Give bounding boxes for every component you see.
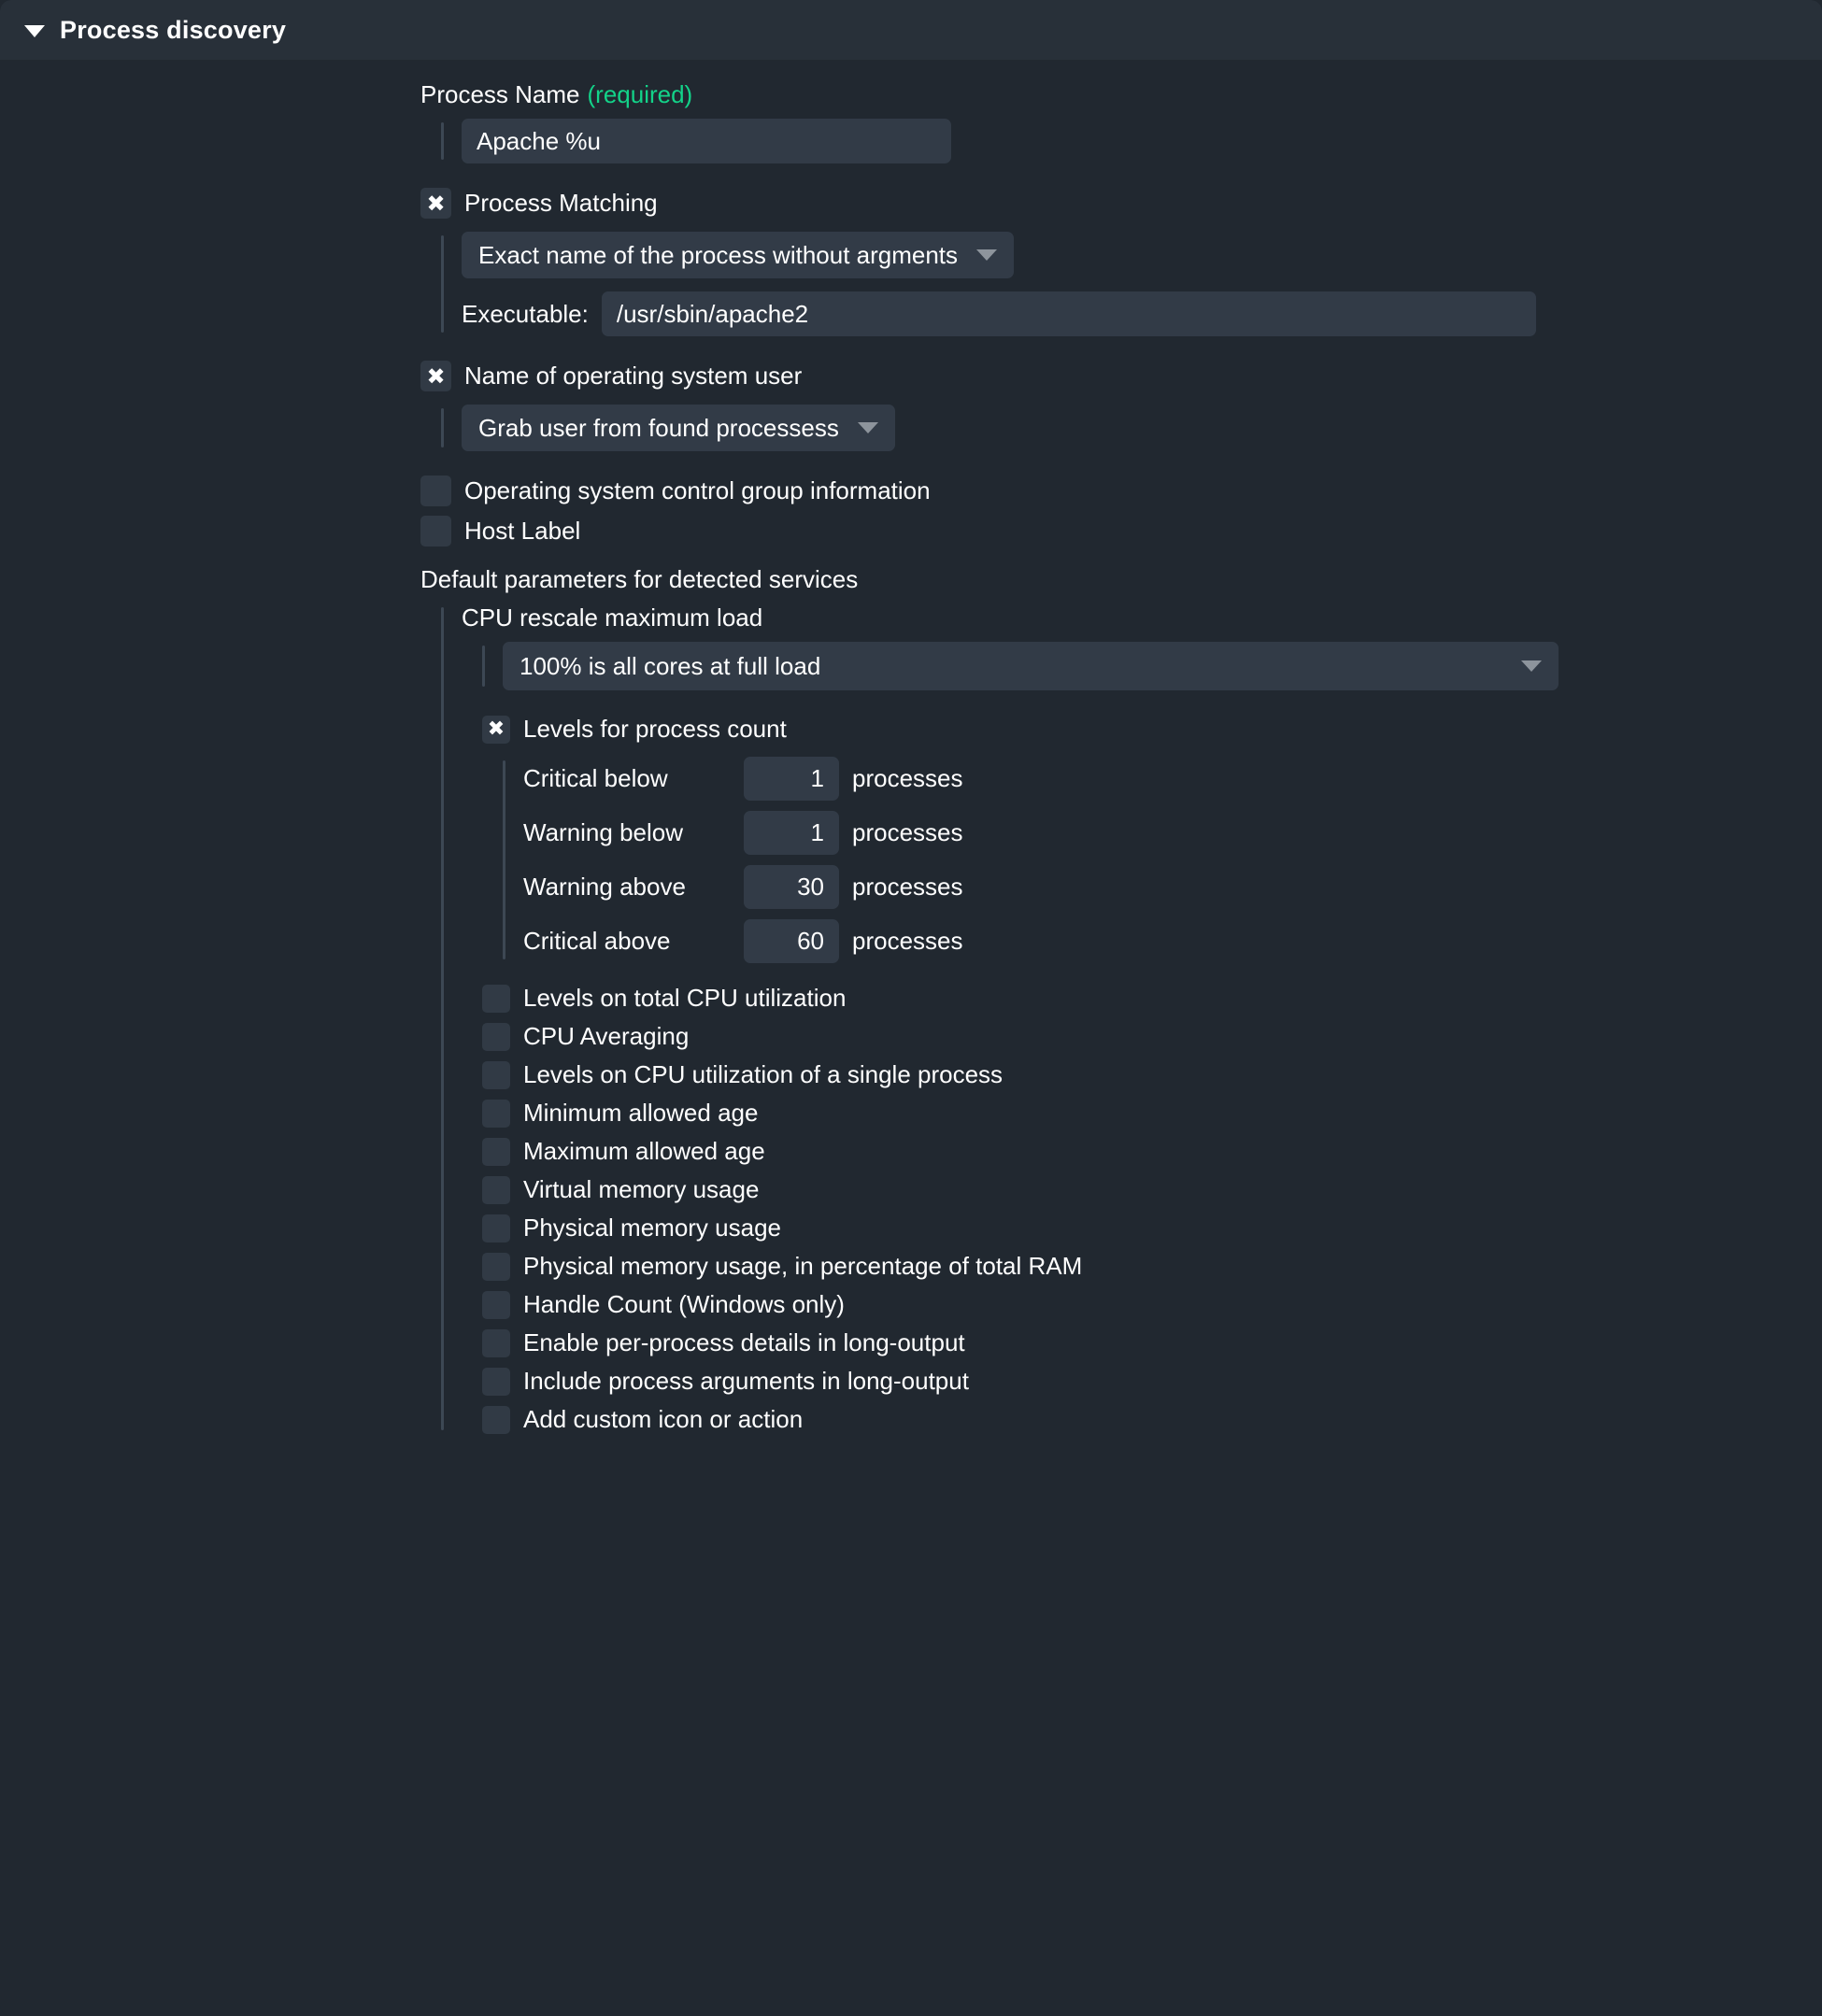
cpu-rescale-dropdown[interactable]: 100% is all cores at full load	[503, 642, 1559, 690]
os-user-body: Grab user from found processess	[441, 405, 1822, 451]
process-matching-row[interactable]: ✖ Process Matching	[420, 188, 1822, 219]
level-label: Critical above	[523, 927, 671, 955]
option-row[interactable]: Include process arguments in long-output	[482, 1367, 1822, 1396]
option-checkbox[interactable]	[482, 1175, 510, 1204]
level-label: Critical below	[523, 764, 668, 792]
process-matching-mode-dropdown[interactable]: Exact name of the process without argmen…	[462, 232, 1015, 278]
critical-below-input[interactable]	[744, 757, 839, 801]
option-checkbox[interactable]	[482, 1022, 510, 1051]
process-name-label-row: Process Name (required)	[420, 80, 1822, 109]
process-count-checkbox[interactable]: ✖	[482, 715, 510, 744]
option-row[interactable]: Add custom icon or action	[482, 1405, 1822, 1434]
option-row[interactable]: Handle Count (Windows only)	[482, 1290, 1822, 1319]
option-label: Minimum allowed age	[523, 1099, 759, 1127]
option-label: Levels on CPU utilization of a single pr…	[523, 1060, 1004, 1088]
option-label: Add custom icon or action	[523, 1405, 804, 1433]
process-name-input[interactable]	[462, 119, 951, 163]
process-count-row[interactable]: ✖ Levels for process count	[482, 715, 1822, 744]
option-checkbox[interactable]	[482, 1252, 510, 1281]
level-unit: processes	[852, 764, 963, 792]
cgroup-row[interactable]: Operating system control group informati…	[420, 476, 1822, 506]
chevron-down-icon	[857, 422, 878, 433]
option-label: Handle Count (Windows only)	[523, 1290, 845, 1318]
option-row[interactable]: CPU Averaging	[482, 1022, 1822, 1051]
process-name-required-tag: (required)	[587, 80, 693, 108]
option-row[interactable]: Enable per-process details in long-outpu…	[482, 1328, 1822, 1357]
option-checkbox[interactable]	[482, 1060, 510, 1089]
warning-below-input[interactable]	[744, 811, 839, 855]
process-name-label: Process Name	[420, 80, 580, 108]
triangle-down-icon[interactable]	[24, 24, 45, 37]
option-row[interactable]: Levels on CPU utilization of a single pr…	[482, 1060, 1822, 1089]
option-checkbox[interactable]	[482, 1290, 510, 1319]
option-checkbox[interactable]	[482, 1214, 510, 1242]
os-user-row[interactable]: ✖ Name of operating system user	[420, 361, 1822, 391]
level-row-warning-below: Warning below processes	[523, 811, 1822, 855]
option-label: Physical memory usage, in percentage of …	[523, 1252, 1083, 1280]
option-checkbox[interactable]	[482, 1099, 510, 1128]
panel-header[interactable]: Process discovery	[0, 0, 1822, 60]
executable-label: Executable:	[462, 299, 589, 328]
os-user-mode-dropdown[interactable]: Grab user from found processess	[462, 405, 895, 451]
cpu-rescale-value: 100% is all cores at full load	[520, 651, 821, 680]
process-count-levels: Critical below processes Warning below p…	[503, 757, 1822, 963]
option-checkbox[interactable]	[482, 984, 510, 1013]
level-row-critical-above: Critical above processes	[523, 919, 1822, 963]
level-label: Warning above	[523, 873, 686, 901]
option-label: Enable per-process details in long-outpu…	[523, 1328, 965, 1356]
executable-row: Executable:	[462, 291, 1822, 336]
option-checkbox[interactable]	[482, 1367, 510, 1396]
level-unit: processes	[852, 818, 963, 846]
process-name-field-wrap	[441, 119, 1822, 163]
option-checkbox[interactable]	[482, 1328, 510, 1357]
default-options-list: Levels on total CPU utilization CPU Avera…	[482, 984, 1822, 1434]
option-row[interactable]: Physical memory usage, in percentage of …	[482, 1252, 1822, 1281]
chevron-down-icon	[976, 249, 998, 261]
option-row[interactable]: Maximum allowed age	[482, 1137, 1822, 1166]
defaults-heading: Default parameters for detected services	[420, 565, 859, 593]
cgroup-checkbox[interactable]	[420, 476, 451, 506]
option-label: Physical memory usage	[523, 1214, 781, 1242]
defaults-body: CPU rescale maximum load 100% is all cor…	[441, 603, 1822, 1434]
process-discovery-panel: Process discovery Process Name (required…	[0, 0, 1822, 2016]
option-row[interactable]: Minimum allowed age	[482, 1099, 1822, 1128]
option-label: Levels on total CPU utilization	[523, 984, 847, 1012]
process-matching-mode-value: Exact name of the process without argmen…	[478, 240, 959, 269]
option-row[interactable]: Levels on total CPU utilization	[482, 984, 1822, 1013]
option-label: Virtual memory usage	[523, 1175, 760, 1203]
option-checkbox[interactable]	[482, 1137, 510, 1166]
option-checkbox[interactable]	[482, 1405, 510, 1434]
process-count-label: Levels for process count	[523, 715, 787, 743]
cpu-rescale-label: CPU rescale maximum load	[462, 603, 763, 632]
defaults-heading-row: Default parameters for detected services	[420, 565, 1822, 594]
cpu-rescale-field-wrap: 100% is all cores at full load	[482, 642, 1822, 690]
page-title: Process discovery	[60, 15, 287, 44]
process-matching-body: Exact name of the process without argmen…	[441, 232, 1822, 336]
level-label: Warning below	[523, 818, 684, 846]
critical-above-input[interactable]	[744, 919, 839, 963]
host-label-row[interactable]: Host Label	[420, 516, 1822, 547]
warning-above-input[interactable]	[744, 865, 839, 909]
level-row-warning-above: Warning above processes	[523, 865, 1822, 909]
os-user-checkbox[interactable]: ✖	[420, 361, 451, 391]
level-unit: processes	[852, 873, 963, 901]
cgroup-label: Operating system control group informati…	[464, 476, 931, 504]
option-label: Maximum allowed age	[523, 1137, 765, 1165]
option-row[interactable]: Physical memory usage	[482, 1214, 1822, 1242]
process-matching-checkbox[interactable]: ✖	[420, 188, 451, 219]
level-row-critical-below: Critical below processes	[523, 757, 1822, 801]
panel-body: Process Name (required) ✖ Process Matchi…	[0, 60, 1822, 1434]
host-label-label: Host Label	[464, 517, 581, 545]
os-user-label: Name of operating system user	[464, 362, 803, 390]
option-row[interactable]: Virtual memory usage	[482, 1175, 1822, 1204]
process-matching-label: Process Matching	[464, 189, 658, 217]
option-label: CPU Averaging	[523, 1022, 690, 1050]
option-label: Include process arguments in long-output	[523, 1367, 969, 1395]
level-unit: processes	[852, 927, 963, 955]
host-label-checkbox[interactable]	[420, 516, 451, 547]
executable-input[interactable]	[601, 291, 1536, 336]
cpu-rescale-label-row: CPU rescale maximum load	[462, 603, 1822, 632]
os-user-mode-value: Grab user from found processess	[478, 413, 839, 442]
chevron-down-icon	[1521, 660, 1542, 672]
